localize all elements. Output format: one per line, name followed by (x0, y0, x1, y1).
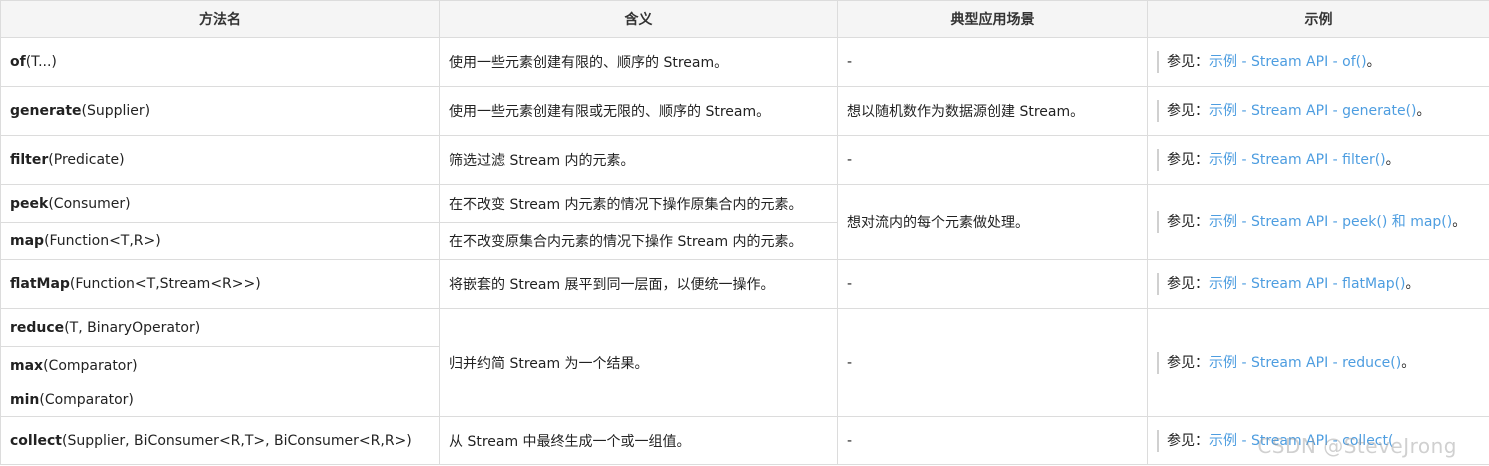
example-prefix: 参见： (1167, 103, 1209, 119)
method-params: (Predicate) (48, 152, 125, 168)
scene-cell: - (837, 416, 1148, 465)
method-name: collect (10, 432, 63, 449)
method-cell: filter(Predicate) (0, 135, 440, 185)
method-cell: map(Function<T,R>) (0, 222, 440, 260)
meaning-cell: 筛选过滤 Stream 内的元素。 (439, 135, 838, 185)
scene-cell: - (837, 37, 1148, 87)
meaning-cell: 在不改变 Stream 内元素的情况下操作原集合内的元素。 (439, 184, 838, 223)
method-name: flatMap (10, 276, 70, 292)
example-link[interactable]: 示例 - Stream API - of() (1209, 54, 1367, 70)
method-name: generate (10, 103, 82, 119)
method-name: filter (10, 152, 49, 168)
method-cell: collect(Supplier, BiConsumer<R,T>, BiCon… (0, 416, 440, 465)
example-cell: 参见：示例 - Stream API - reduce()。 (1147, 308, 1489, 417)
method-name: max (10, 357, 44, 374)
example-link[interactable]: 示例 - Stream API - generate() (1209, 103, 1417, 119)
scene-cell: 想以随机数作为数据源创建 Stream。 (837, 86, 1148, 136)
scene-cell: 想对流内的每个元素做处理。 (837, 184, 1148, 260)
example-link[interactable]: 示例 - Stream API - reduce() (1209, 355, 1401, 371)
example-prefix: 参见： (1167, 276, 1209, 292)
meaning-cell: 归并约简 Stream 为一个结果。 (439, 308, 838, 417)
example-prefix: 参见： (1167, 432, 1209, 449)
header-method: 方法名 (0, 0, 440, 38)
method-params: (T...) (25, 54, 57, 70)
table-row: generate(Supplier) 使用一些元素创建有限或无限的、顺序的 St… (0, 86, 1489, 136)
header-row: 方法名 含义 典型应用场景 示例 (0, 0, 1489, 38)
table-row: of(T...) 使用一些元素创建有限的、顺序的 Stream。 - 参见：示例… (0, 37, 1489, 87)
scene-cell: - (837, 135, 1148, 185)
method-name: map (10, 233, 45, 249)
meaning-cell: 使用一些元素创建有限的、顺序的 Stream。 (439, 37, 838, 87)
example-cell: 参见：示例 - Stream API - generate()。 (1147, 86, 1489, 136)
method-name: peek (10, 195, 49, 212)
table-row: reduce (T, BinaryOperator) max (Comparator… (0, 308, 1489, 417)
method-params: (Supplier) (81, 103, 151, 119)
meaning-cell: 在不改变原集合内元素的情况下操作 Stream 内的元素。 (439, 222, 838, 260)
table-row: filter(Predicate) 筛选过滤 Stream 内的元素。 - 参见… (0, 135, 1489, 185)
method-params: (Function<T,Stream<R>>) (69, 276, 261, 292)
meaning-cell: 从 Stream 中最终生成一个或一组值。 (439, 416, 838, 465)
header-scene: 典型应用场景 (837, 0, 1148, 38)
example-prefix: 参见： (1167, 214, 1209, 230)
method-params: (T, BinaryOperator) (64, 319, 201, 336)
header-meaning: 含义 (439, 0, 838, 38)
example-link[interactable]: 示例 - Stream API - flatMap() (1209, 276, 1406, 292)
method-name: reduce (10, 319, 65, 336)
method-cell: reduce (T, BinaryOperator) max (Comparator… (0, 308, 440, 417)
stream-methods-table: 方法名 含义 典型应用场景 示例 of(T...) 使用一些元素创建有限的、顺序… (0, 0, 1489, 465)
example-cell: 参见：示例 - Stream API - of()。 (1147, 37, 1489, 87)
method-params: (Comparator) (39, 392, 134, 408)
table-row: peek(Consumer) 在不改变 Stream 内元素的情况下操作原集合内… (0, 184, 1489, 260)
example-link[interactable]: 示例 - Stream API - collect( (1209, 433, 1393, 449)
method-cell: peek(Consumer) (0, 184, 440, 223)
example-link[interactable]: 示例 - Stream API - peek() 和 map() (1209, 214, 1452, 230)
scene-cell: - (837, 259, 1148, 309)
meaning-cell: 将嵌套的 Stream 展平到同一层面，以便统一操作。 (439, 259, 838, 309)
meaning-cell: 使用一些元素创建有限或无限的、顺序的 Stream。 (439, 86, 838, 136)
table-row: flatMap(Function<T,Stream<R>>) 将嵌套的 Stre… (0, 259, 1489, 309)
method-name: of (10, 54, 26, 70)
method-params: (Consumer) (48, 195, 131, 212)
example-cell: 参见：示例 - Stream API - filter()。 (1147, 135, 1489, 185)
example-prefix: 参见： (1167, 354, 1209, 371)
table-row: collect(Supplier, BiConsumer<R,T>, BiCon… (0, 416, 1489, 465)
header-example: 示例 (1147, 0, 1489, 38)
method-cell: flatMap(Function<T,Stream<R>>) (0, 259, 440, 309)
example-link[interactable]: 示例 - Stream API - filter() (1209, 152, 1386, 168)
method-params: (Comparator) (43, 357, 138, 374)
method-cell: generate(Supplier) (0, 86, 440, 136)
method-name: min (10, 392, 40, 408)
example-cell: 参见：示例 - Stream API - collect( (1147, 416, 1489, 465)
example-cell: 参见：示例 - Stream API - flatMap()。 (1147, 259, 1489, 309)
method-params: (Supplier, BiConsumer<R,T>, BiConsumer<R… (62, 432, 412, 449)
method-cell: of(T...) (0, 37, 440, 87)
scene-cell: - (837, 308, 1148, 417)
example-cell: 参见：示例 - Stream API - peek() 和 map()。 (1147, 184, 1489, 260)
method-params: (Function<T,R>) (44, 233, 161, 249)
example-prefix: 参见： (1167, 54, 1209, 70)
example-prefix: 参见： (1167, 152, 1209, 168)
